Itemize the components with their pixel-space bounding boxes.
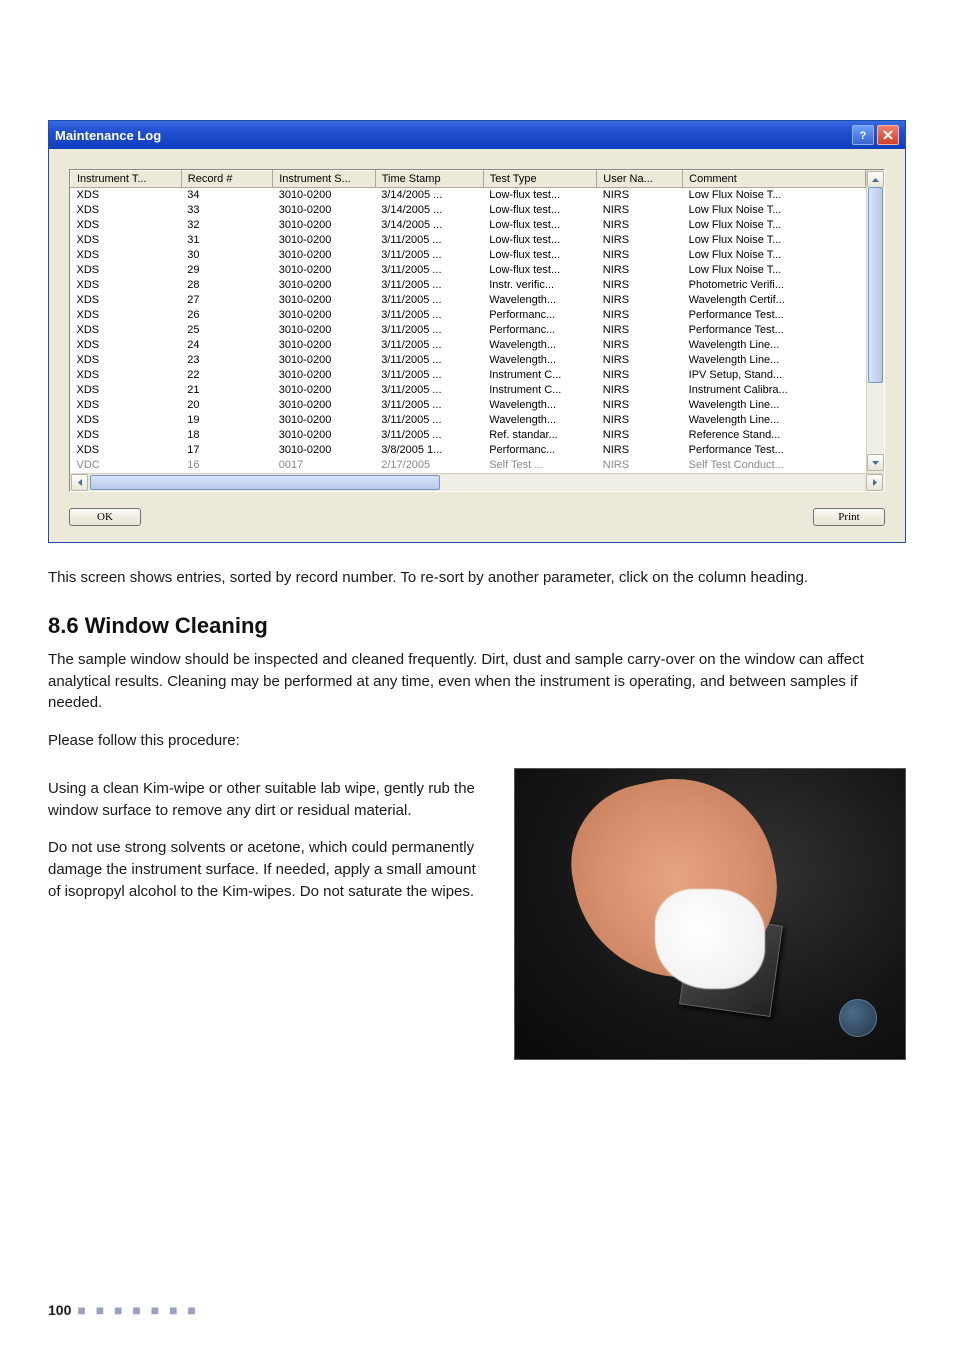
scroll-up-icon[interactable] [867, 171, 884, 188]
horizontal-scrollbar[interactable] [70, 473, 884, 491]
section-heading: 8.6 Window Cleaning [48, 613, 906, 639]
table-row[interactable]: XDS223010-02003/11/2005 ...Instrument C.… [71, 368, 866, 383]
table-row[interactable]: XDS173010-02003/8/2005 1...Performanc...… [71, 443, 866, 458]
table-row[interactable]: XDS243010-02003/11/2005 ...Wavelength...… [71, 338, 866, 353]
table-row[interactable]: XDS283010-02003/11/2005 ...Instr. verifi… [71, 278, 866, 293]
column-header[interactable]: Test Type [483, 171, 597, 188]
log-table-container: Instrument T...Record #Instrument S...Ti… [69, 169, 885, 492]
paragraph: The sample window should be inspected an… [48, 649, 906, 714]
table-row[interactable]: XDS343010-02003/14/2005 ...Low-flux test… [71, 188, 866, 204]
page-footer: 100■ ■ ■ ■ ■ ■ ■ [48, 1302, 199, 1318]
table-row[interactable]: XDS203010-02003/11/2005 ...Wavelength...… [71, 398, 866, 413]
window-cleaning-photo [514, 768, 906, 1060]
paragraph: Please follow this procedure: [48, 730, 906, 752]
scroll-left-icon[interactable] [71, 474, 88, 491]
dialog-title: Maintenance Log [55, 128, 849, 143]
help-icon[interactable]: ? [852, 125, 874, 145]
table-row[interactable]: XDS183010-02003/11/2005 ...Ref. standar.… [71, 428, 866, 443]
table-row[interactable]: VDC1600172/17/2005Self Test ...NIRSSelf … [71, 458, 866, 473]
column-header[interactable]: Record # [181, 171, 272, 188]
page-number: 100 [48, 1302, 71, 1318]
brand-logo-icon [839, 999, 877, 1037]
table-row[interactable]: XDS303010-02003/11/2005 ...Low-flux test… [71, 248, 866, 263]
table-row[interactable]: XDS273010-02003/11/2005 ...Wavelength...… [71, 293, 866, 308]
paragraph: Do not use strong solvents or acetone, w… [48, 837, 490, 902]
table-row[interactable]: XDS333010-02003/14/2005 ...Low-flux test… [71, 203, 866, 218]
column-header[interactable]: Instrument S... [273, 171, 375, 188]
log-table[interactable]: Instrument T...Record #Instrument S...Ti… [70, 170, 866, 473]
svg-text:?: ? [860, 130, 867, 141]
scroll-down-icon[interactable] [867, 454, 884, 471]
close-icon[interactable] [877, 125, 899, 145]
print-button[interactable]: Print [813, 508, 885, 526]
table-row[interactable]: XDS323010-02003/14/2005 ...Low-flux test… [71, 218, 866, 233]
screenshot-caption: This screen shows entries, sorted by rec… [48, 567, 906, 589]
table-row[interactable]: XDS263010-02003/11/2005 ...Performanc...… [71, 308, 866, 323]
column-header[interactable]: Comment [683, 171, 866, 188]
table-row[interactable]: XDS233010-02003/11/2005 ...Wavelength...… [71, 353, 866, 368]
scroll-thumb[interactable] [868, 187, 883, 383]
scroll-right-icon[interactable] [866, 474, 883, 491]
column-header[interactable]: Time Stamp [375, 171, 483, 188]
column-header[interactable]: Instrument T... [71, 171, 182, 188]
table-row[interactable]: XDS253010-02003/11/2005 ...Performanc...… [71, 323, 866, 338]
vertical-scrollbar[interactable] [866, 170, 884, 473]
table-row[interactable]: XDS313010-02003/11/2005 ...Low-flux test… [71, 233, 866, 248]
table-row[interactable]: XDS293010-02003/11/2005 ...Low-flux test… [71, 263, 866, 278]
paragraph: Using a clean Kim-wipe or other suitable… [48, 778, 490, 822]
table-row[interactable]: XDS213010-02003/11/2005 ...Instrument C.… [71, 383, 866, 398]
dialog-titlebar[interactable]: Maintenance Log ? [49, 121, 905, 149]
table-row[interactable]: XDS193010-02003/11/2005 ...Wavelength...… [71, 413, 866, 428]
column-header[interactable]: User Na... [597, 171, 683, 188]
hscroll-thumb[interactable] [90, 475, 440, 490]
ok-button[interactable]: OK [69, 508, 141, 526]
maintenance-log-dialog: Maintenance Log ? Instrument T...Record … [48, 120, 906, 543]
